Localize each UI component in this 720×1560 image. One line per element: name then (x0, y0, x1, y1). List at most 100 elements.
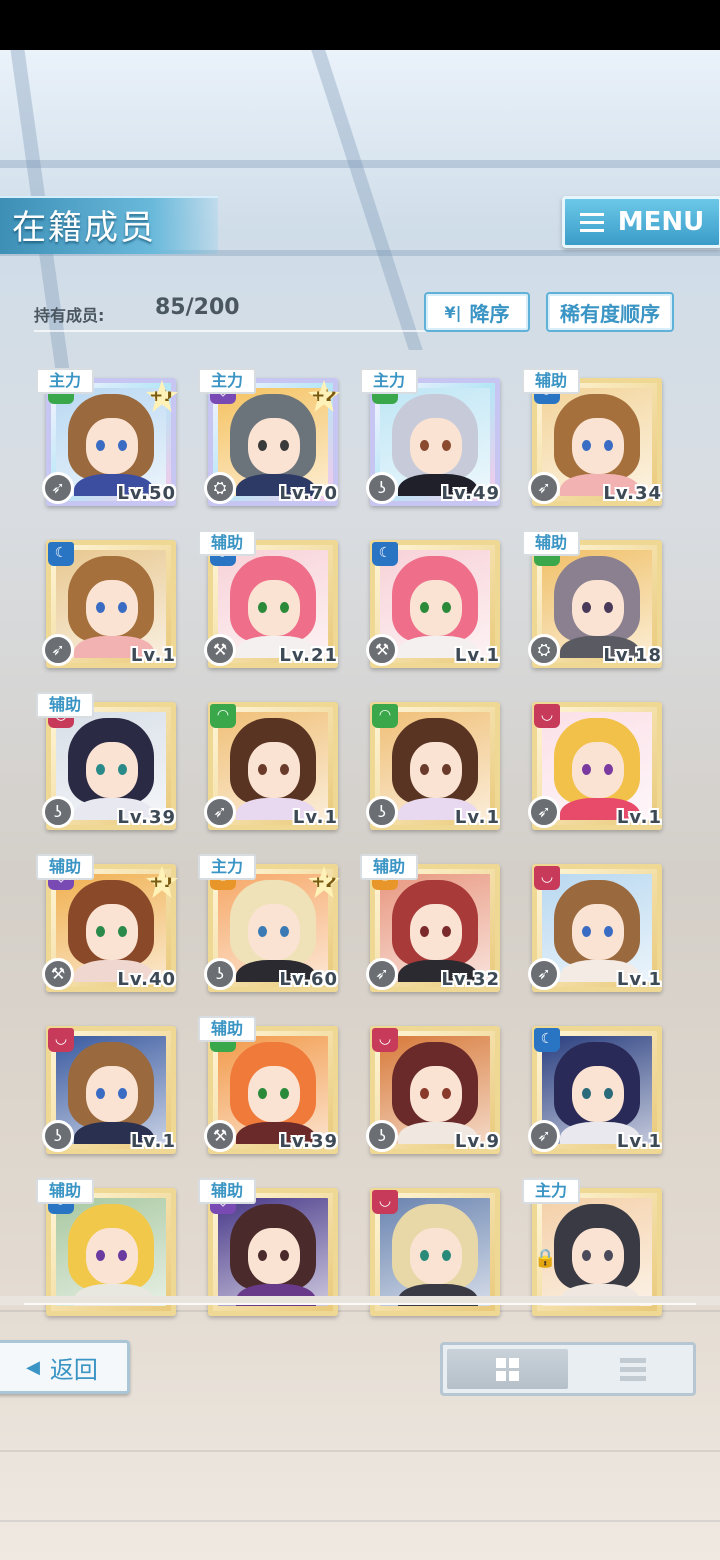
member-level: Lv.70 (279, 483, 338, 504)
member-card[interactable]: ☾ ➶ Lv.1 (36, 530, 176, 668)
menu-button[interactable]: MENU (562, 196, 720, 248)
portrait-eye (582, 1088, 591, 1099)
member-card[interactable]: ◠辅助⛭Lv.18 (522, 530, 662, 668)
role-tag: 主力 (198, 368, 256, 394)
portrait-face (248, 1066, 300, 1122)
portrait-face (410, 1228, 462, 1284)
portrait-face (86, 1228, 138, 1284)
member-portrait (218, 550, 328, 658)
member-card[interactable]: ✺辅助➶Lv.32 (360, 854, 500, 992)
role-tag: 辅助 (36, 692, 94, 718)
menu-label: MENU (617, 207, 705, 237)
portrait-eye (582, 1250, 591, 1261)
member-level: Lv.1 (130, 645, 176, 666)
member-level: Lv.1 (616, 969, 662, 990)
portrait-eye (604, 764, 613, 775)
sort-order-label: 降序 (469, 301, 510, 326)
member-card[interactable]: ◡ ➶ Lv.1 (522, 854, 662, 992)
member-portrait (380, 712, 490, 820)
member-level: Lv.1 (292, 807, 338, 828)
member-portrait (380, 388, 490, 496)
member-portrait (542, 874, 652, 982)
portrait-face (572, 904, 624, 960)
member-portrait (542, 712, 652, 820)
member-level: Lv.49 (441, 483, 500, 504)
sort-rarity-button[interactable]: 稀有度顺序 (546, 292, 674, 332)
portrait-eye (118, 1088, 127, 1099)
sort-order-button[interactable]: ¥| 降序 (424, 292, 530, 332)
member-card[interactable]: ☾ ➶ Lv.1 (522, 1016, 662, 1154)
member-card[interactable]: ☾辅助⚒Lv.21 (198, 530, 338, 668)
portrait-eye (604, 1250, 613, 1261)
arrow-icon: ➶ (366, 958, 398, 990)
boot-icon: ʖ (42, 796, 74, 828)
member-level: Lv.50 (117, 483, 176, 504)
portrait-eye (280, 602, 289, 613)
portrait-eye (582, 764, 591, 775)
portrait-face (410, 1066, 462, 1122)
red-attribute-icon: ◡ (534, 866, 560, 890)
grid-view-option[interactable] (447, 1349, 568, 1389)
portrait-eye (442, 926, 451, 937)
member-portrait (218, 712, 328, 820)
member-card[interactable]: ◠主力ʖLv.49 (360, 368, 500, 506)
member-level: Lv.1 (616, 807, 662, 828)
portrait-eye (258, 1088, 267, 1099)
portrait-eye (604, 440, 613, 451)
blue-attribute-icon: ☾ (48, 542, 74, 566)
portrait-eye (118, 764, 127, 775)
member-level: Lv.1 (454, 807, 500, 828)
member-card[interactable]: ☾辅助➶Lv.34 (522, 368, 662, 506)
green-attribute-icon: ◠ (372, 704, 398, 728)
member-card[interactable]: ◈主力+2⛭Lv.70 (198, 368, 340, 506)
portrait-face (248, 904, 300, 960)
grid-view-icon (496, 1357, 519, 1381)
member-portrait (218, 1036, 328, 1144)
portrait-face (572, 1066, 624, 1122)
role-tag: 主力 (198, 854, 256, 880)
member-level: Lv.1 (130, 1131, 176, 1152)
member-card[interactable]: ◡ ʖ Lv.1 (36, 1016, 176, 1154)
member-card[interactable]: ◠ ʖ Lv.1 (360, 692, 500, 830)
back-button[interactable]: ◀ 返回 (0, 1340, 130, 1394)
member-portrait (56, 712, 166, 820)
member-level: Lv.39 (117, 807, 176, 828)
arrow-icon: ➶ (528, 472, 560, 504)
portrait-eye (420, 440, 429, 451)
sort-mode-label: 稀有度顺序 (560, 301, 660, 326)
member-portrait (542, 388, 652, 496)
member-card[interactable]: ◠主力+1➶Lv.50 (36, 368, 178, 506)
portrait-face (86, 580, 138, 636)
portrait-eye (280, 1250, 289, 1261)
red-attribute-icon: ◡ (372, 1190, 398, 1214)
hammer-icon: ⚒ (42, 958, 74, 990)
role-tag: 辅助 (198, 1178, 256, 1204)
portrait-face (86, 1066, 138, 1122)
portrait-eye (280, 440, 289, 451)
member-card[interactable]: ◡ ʖ Lv.9 (360, 1016, 500, 1154)
divider (24, 1303, 696, 1305)
member-portrait (542, 1198, 652, 1306)
member-portrait (56, 550, 166, 658)
member-card[interactable]: ✺主力+2ʖLv.60 (198, 854, 340, 992)
portrait-eye (280, 764, 289, 775)
member-card[interactable]: ◠ ➶ Lv.1 (198, 692, 338, 830)
role-tag: 主力 (360, 368, 418, 394)
boot-icon: ʖ (366, 472, 398, 504)
list-view-option[interactable] (572, 1345, 693, 1393)
portrait-eye (258, 602, 267, 613)
member-card[interactable]: ◡ ➶ Lv.1 (522, 692, 662, 830)
red-attribute-icon: ◡ (372, 1028, 398, 1052)
arrow-icon: ➶ (528, 796, 560, 828)
member-portrait (218, 1198, 328, 1306)
member-card[interactable]: ◡辅助ʖLv.39 (36, 692, 176, 830)
member-card[interactable]: ◠辅助⚒Lv.39 (198, 1016, 338, 1154)
role-tag: 辅助 (36, 1178, 94, 1204)
portrait-eye (96, 926, 105, 937)
arrow-icon: ➶ (528, 958, 560, 990)
portrait-face (572, 418, 624, 474)
member-card[interactable]: ◈辅助+1⚒Lv.40 (36, 854, 178, 992)
member-card[interactable]: ☾ ⚒ Lv.1 (360, 530, 500, 668)
portrait-face (248, 580, 300, 636)
arrow-icon: ➶ (42, 634, 74, 666)
